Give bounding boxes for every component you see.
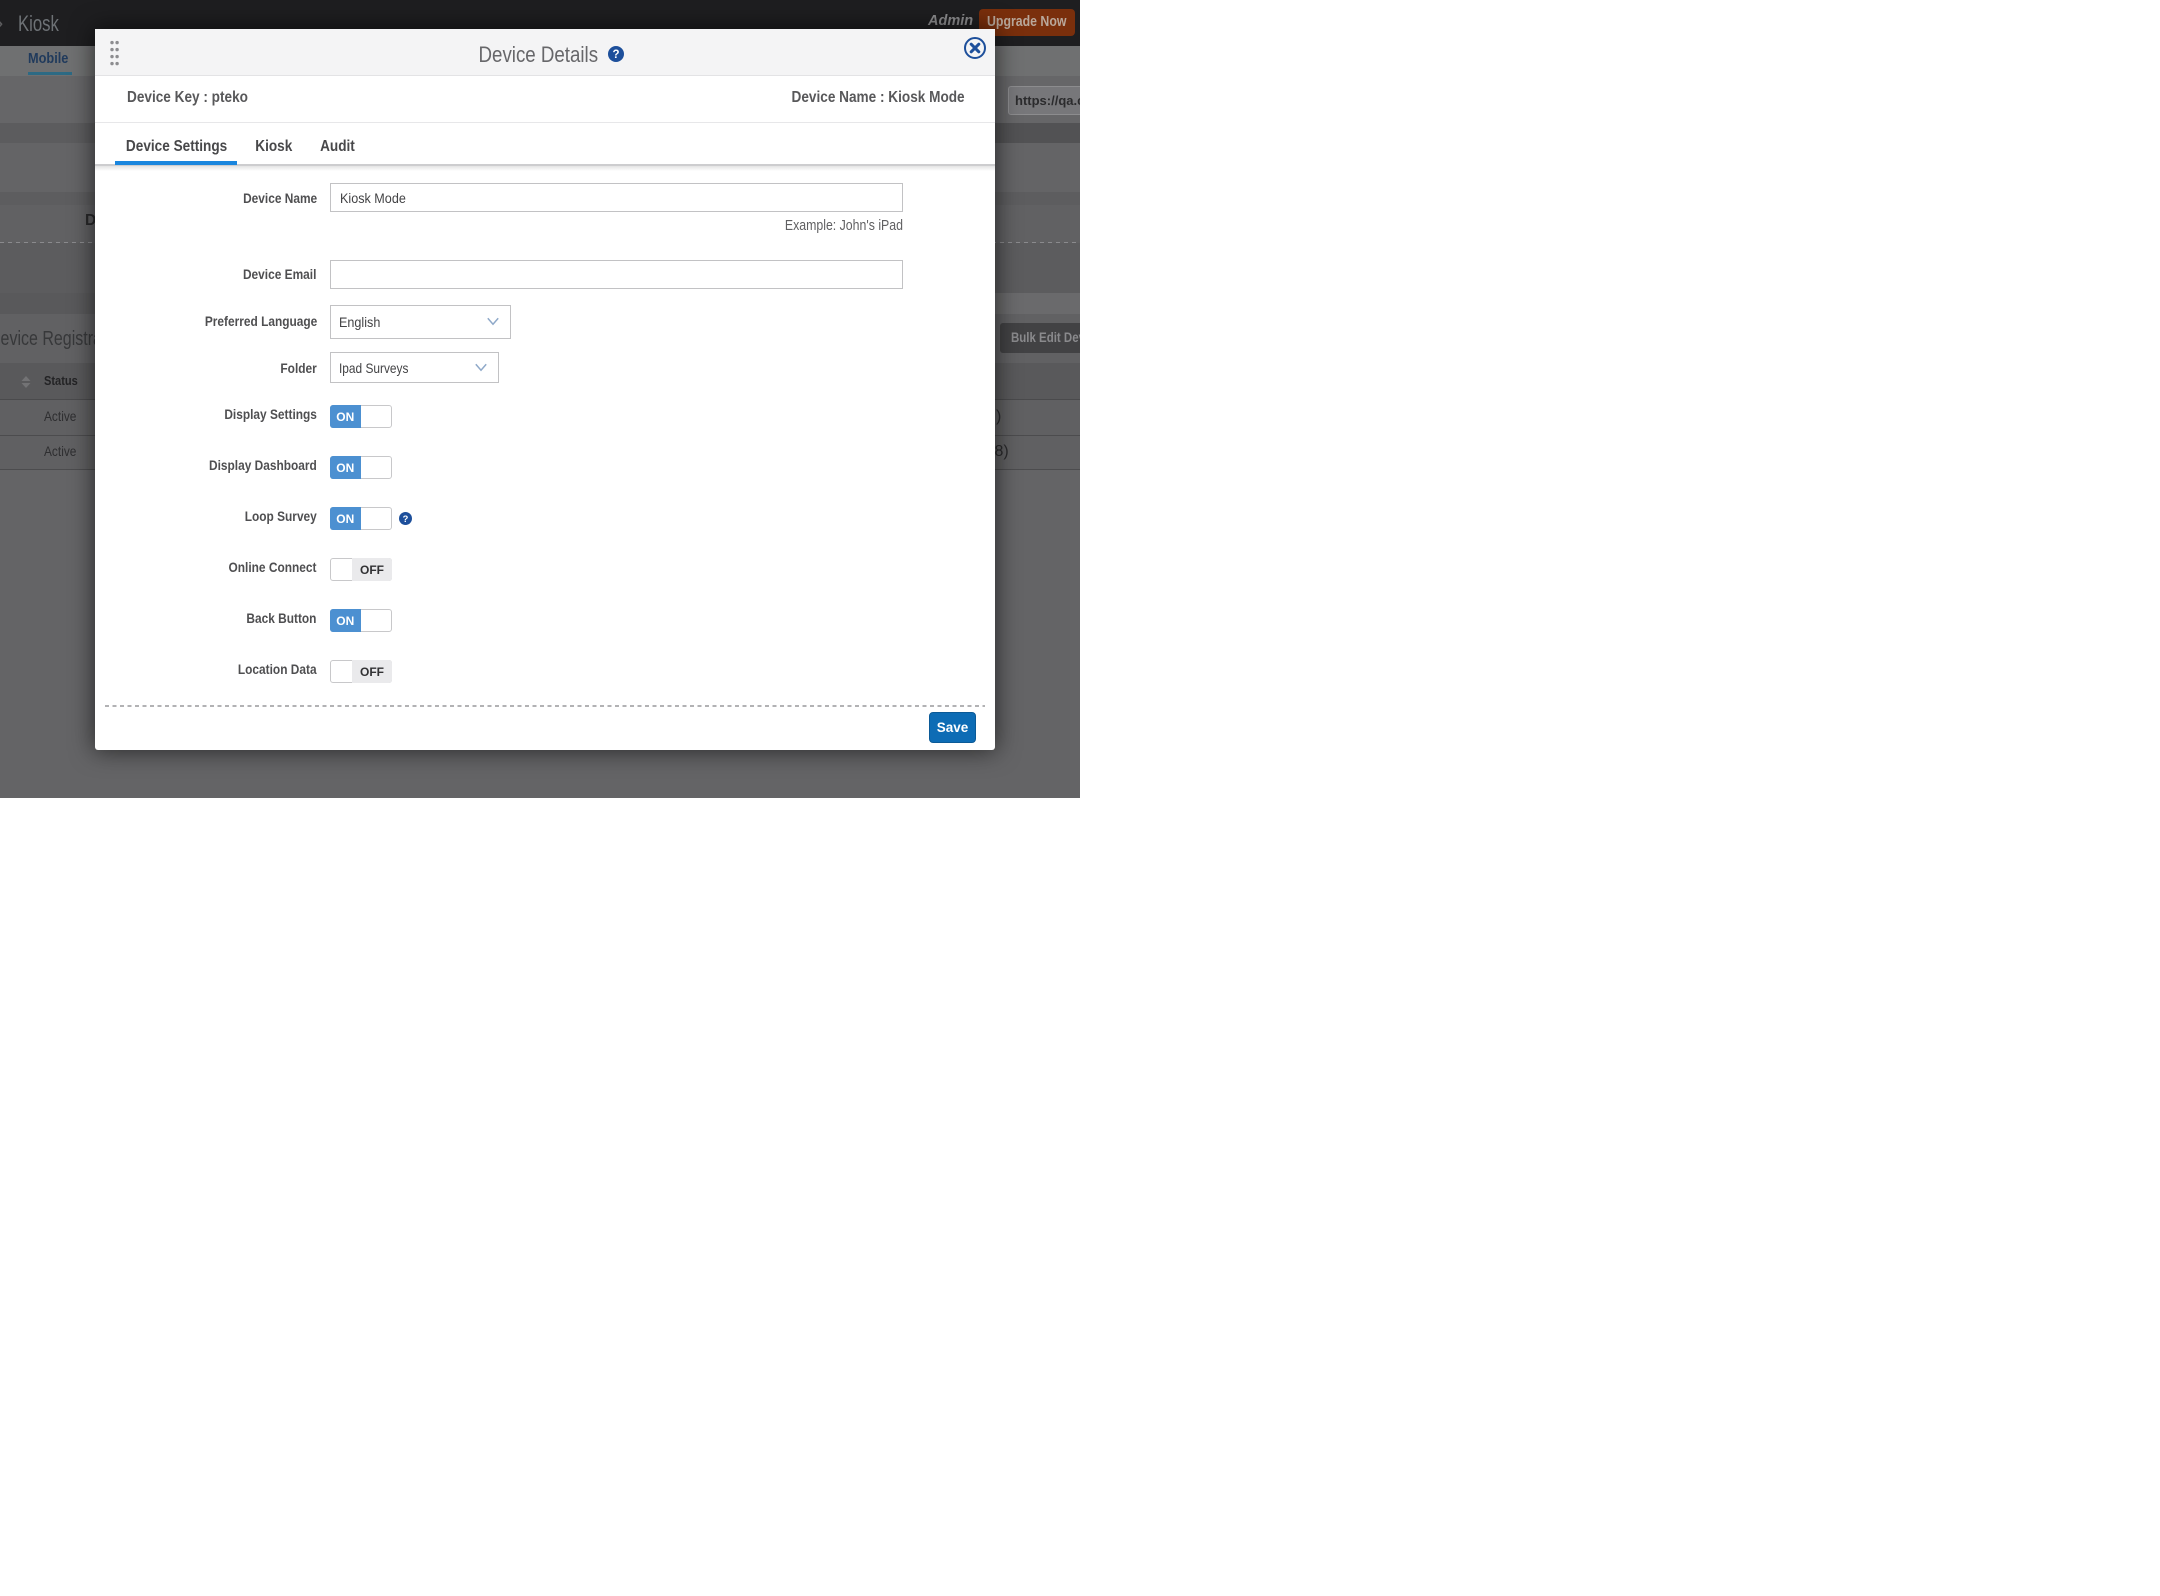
svg-text:?: ? <box>612 49 619 61</box>
svg-text:?: ? <box>403 514 409 524</box>
